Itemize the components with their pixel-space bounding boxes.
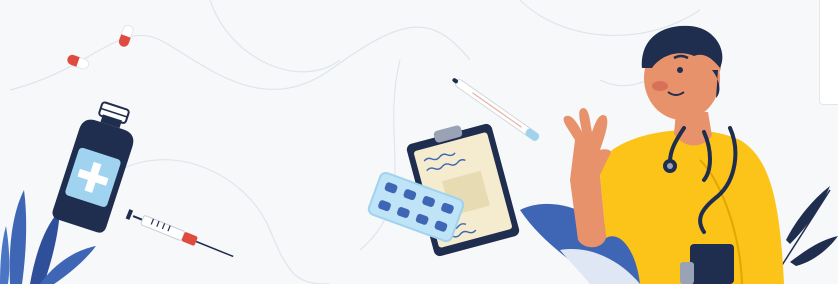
doctor-figure [563, 25, 784, 284]
pill-capsule-icon [66, 24, 134, 70]
medical-hero-banner [0, 0, 838, 284]
syringe-icon [125, 209, 234, 258]
side-panel-edge [819, 0, 838, 105]
medical-illustration [0, 0, 838, 284]
